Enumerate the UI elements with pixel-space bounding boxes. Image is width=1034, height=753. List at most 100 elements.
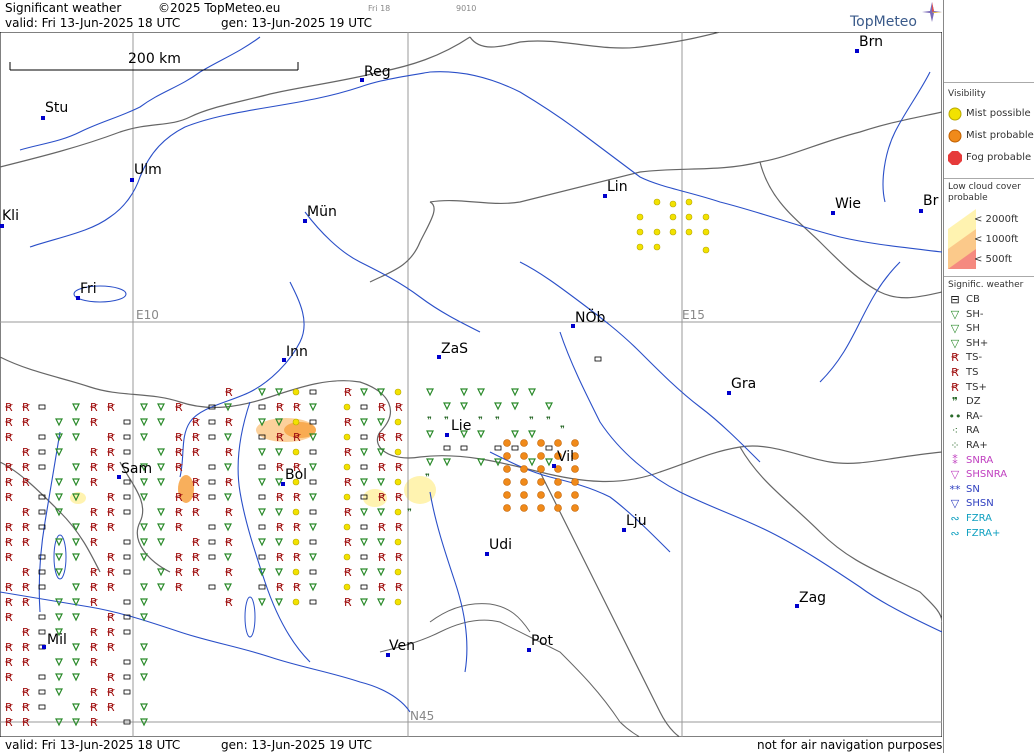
thunderstorm-icon: Ꞧ (225, 416, 233, 429)
mist-possible-icon (394, 598, 402, 606)
legend-weather-shsnra: ▽ SHSNRA (944, 468, 1034, 482)
thunderstorm-icon: Ꞧ (90, 506, 98, 519)
thunderstorm-icon: Ꞧ (22, 701, 30, 714)
thunderstorm-icon: Ꞧ (22, 521, 30, 534)
city-label-brn: Brn (859, 34, 883, 50)
thunderstorm-icon: Ꞧ (90, 521, 98, 534)
mist-possible-icon (292, 568, 300, 576)
city-label-lin: Lin (607, 179, 628, 195)
thunderstorm-icon: Ꞧ (107, 626, 115, 639)
city-label-ulm: Ulm (134, 162, 162, 178)
thunderstorm-icon: Ꞧ (22, 566, 30, 579)
city-label-reg: Reg (364, 64, 391, 80)
thunderstorm-icon: Ꞧ (90, 446, 98, 459)
thunderstorm-icon: Ꞧ (22, 446, 30, 459)
thunderstorm-icon: Ꞧ (22, 461, 30, 474)
mist-possible-icon (292, 388, 300, 396)
mist-probable-icon (503, 504, 511, 512)
thunderstorm-icon: Ꞧ (22, 641, 30, 654)
mist-possible-icon (343, 523, 351, 531)
fog-probable-icon (948, 151, 962, 165)
disclaimer: not for air navigation purposes (757, 738, 943, 752)
legend-weather-title: Signific. weather (948, 280, 1024, 290)
thunderstorm-icon: Ꞧ (5, 611, 13, 624)
thunderstorm-icon: Ꞧ (395, 491, 403, 504)
thunderstorm-icon: Ꞧ (951, 366, 959, 379)
thunderstorm-icon: Ꞧ (378, 521, 386, 534)
mist-possible-icon (702, 246, 710, 254)
city-marker-stu (41, 116, 45, 120)
legend-weather-snra: ⁑ SNRA (944, 454, 1034, 468)
mist-possible-icon (653, 228, 661, 236)
thunderstorm-icon: Ꞧ (107, 701, 115, 714)
city-label-bol: Bol (285, 467, 308, 483)
thunderstorm-icon: Ꞧ (107, 641, 115, 654)
mist-probable-icon (520, 465, 528, 473)
thunderstorm-icon: Ꞧ (225, 506, 233, 519)
thunderstorm-icon: Ꞧ (22, 506, 30, 519)
legend-weather-ts-: Ꞧ TS- (944, 351, 1034, 365)
thunderstorm-icon: Ꞧ (378, 461, 386, 474)
thunderstorm-icon: Ꞧ (107, 506, 115, 519)
thunderstorm-icon: Ꞧ (192, 551, 200, 564)
snow-rain-shower-icon: ▽ (950, 468, 960, 482)
thunderstorm-icon: Ꞧ (175, 506, 183, 519)
thunderstorm-icon: Ꞧ (22, 716, 30, 729)
map-canvas: Ꞧ Ꞧ Ꞧ Ꞧ ꞦꞦ Ꞧ Ꞧ ꞦꞦ Ꞧ Ꞧ ꞦꞦ Ꞧ Ꞧ Ꞧ ꞦꞦ Ꞧ Ꞧ Ꞧ ꞦꞦ Ꞧ Ꞧ ꞦꞦ Ꞧ Ꞧ ꞦꞦ Ꞧ Ꞧ Ꞧ ꞦꞦ Ꞧ Ꞧ Ꞧ… (0, 32, 942, 737)
thunderstorm-icon: Ꞧ (293, 581, 301, 594)
thunderstorm-icon: Ꞧ (175, 461, 183, 474)
shower-heavy-icon: ▽ (950, 336, 960, 350)
city-label-zas: ZaS (441, 341, 469, 357)
mist-possible-icon (292, 508, 300, 516)
drizzle-icon: ❞ (546, 416, 551, 426)
thunderstorm-icon: Ꞧ (90, 656, 98, 669)
thunderstorm-icon: Ꞧ (107, 461, 115, 474)
thunderstorm-icon: Ꞧ (344, 596, 352, 609)
mist-possible-icon (636, 213, 644, 221)
weather-map[interactable]: ꞦꞦꞦꞦꞦꞦꞦꞦꞦꞦꞦꞦꞦꞦꞦꞦꞦꞦꞦꞦꞦꞦꞦꞦꞦꞦꞦꞦꞦꞦꞦꞦꞦꞦꞦꞦꞦꞦꞦꞦ… (0, 32, 942, 737)
thunderstorm-icon: Ꞧ (192, 431, 200, 444)
thunderstorm-icon: Ꞧ (107, 446, 115, 459)
scale-label: 200 km (128, 51, 181, 67)
thunderstorm-icon: Ꞧ (5, 536, 13, 549)
thunderstorm-icon: Ꞧ (5, 461, 13, 474)
footer-bar: valid: Fri 13-Jun-2025 18 UTC gen: 13-Ju… (0, 738, 942, 753)
mist-probable-icon (503, 465, 511, 473)
thunderstorm-icon: Ꞧ (395, 401, 403, 414)
city-label-wie: Wie (835, 196, 862, 212)
thunderstorm-icon: Ꞧ (344, 386, 352, 399)
mist-possible-icon (394, 478, 402, 486)
mist-possible-icon (292, 418, 300, 426)
mist-possible-icon (292, 448, 300, 456)
mist-probable-icon (948, 129, 962, 143)
mist-probable-icon (537, 491, 545, 499)
mist-possible-icon (685, 228, 693, 236)
mist-probable-icon (554, 478, 562, 486)
thunderstorm-icon: Ꞧ (107, 521, 115, 534)
mist-probable-icon (537, 439, 545, 447)
thunderstorm-icon: Ꞧ (90, 716, 98, 729)
chart-code: 9010 (456, 4, 477, 13)
thunderstorm-icon: Ꞧ (192, 536, 200, 549)
mist-probable-icon (571, 478, 579, 486)
thunderstorm-icon: Ꞧ (192, 566, 200, 579)
thunderstorm-icon: Ꞧ (225, 566, 233, 579)
thunderstorm-icon: Ꞧ (192, 506, 200, 519)
topmeteo-logo[interactable]: TopMeteo (850, 14, 917, 30)
city-label-br: Br (923, 193, 939, 209)
thunderstorm-icon: Ꞧ (395, 551, 403, 564)
thunderstorm-icon: Ꞧ (5, 596, 13, 609)
thunderstorm-icon: Ꞧ (378, 401, 386, 414)
thunderstorm-icon: Ꞧ (5, 581, 13, 594)
thunderstorm-icon: Ꞧ (5, 551, 13, 564)
mist-probable-icon (554, 439, 562, 447)
thunderstorm-icon: Ꞧ (90, 416, 98, 429)
mist-possible-icon (394, 418, 402, 426)
city-label-sam: Sam (121, 461, 153, 477)
thunderstorm-icon: Ꞧ (344, 506, 352, 519)
thunderstorm-icon: Ꞧ (5, 431, 13, 444)
thunderstorm-icon: Ꞧ (107, 611, 115, 624)
mist-probable-icon (537, 478, 545, 486)
legend-weather-ra: ⁖ RA (944, 424, 1034, 438)
thunderstorm-icon: Ꞧ (90, 596, 98, 609)
